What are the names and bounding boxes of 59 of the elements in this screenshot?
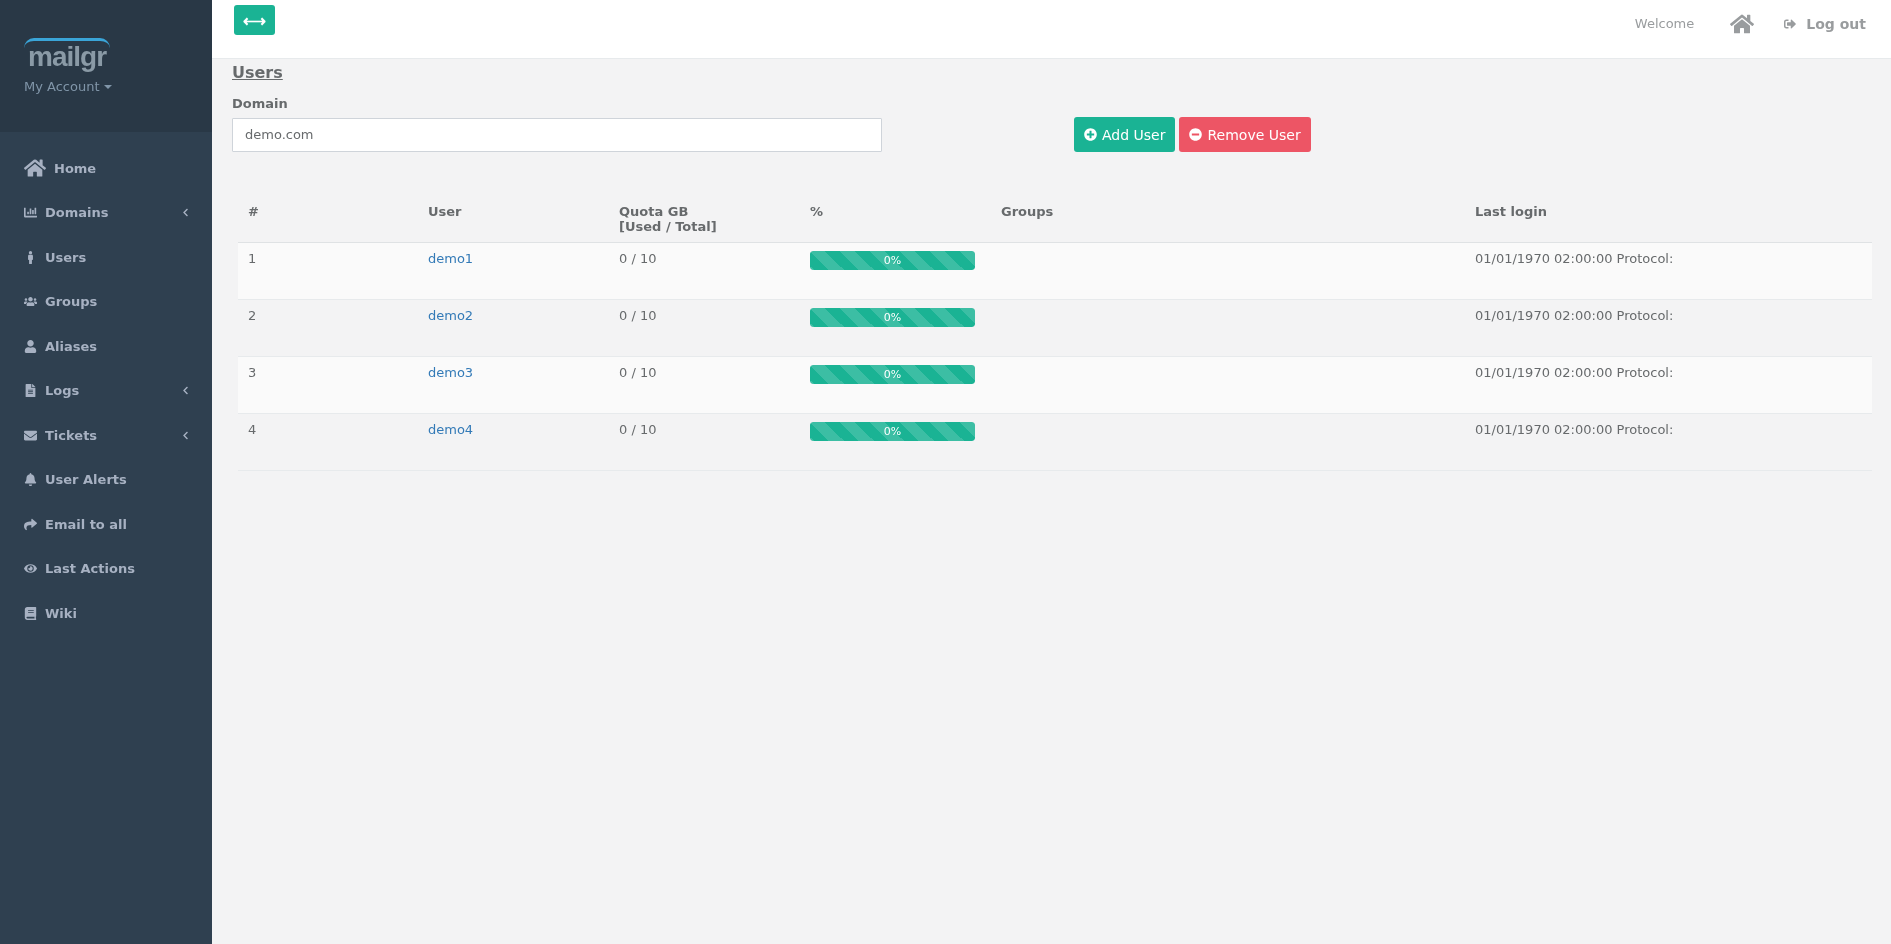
bell-icon xyxy=(24,473,37,487)
logout-link[interactable]: Log out xyxy=(1784,15,1866,32)
bar-chart-icon xyxy=(24,206,37,220)
logo: mailgr xyxy=(24,38,111,73)
table-cell: 1 xyxy=(238,242,418,300)
table-cell: 3 xyxy=(238,356,418,414)
sidebar-item[interactable]: Users xyxy=(0,235,212,280)
table-cell: 01/01/1970 02:00:00 Protocol: xyxy=(1465,299,1872,357)
table-cell: 0 / 10 xyxy=(609,299,800,357)
book-icon xyxy=(24,606,37,620)
sidebar-item[interactable]: Groups xyxy=(0,279,212,324)
domain-field[interactable]: demo.com xyxy=(232,117,882,152)
table-cell: 0 / 10 xyxy=(609,413,800,471)
sidebar-item[interactable]: Domains xyxy=(0,190,212,235)
sidebar-item[interactable]: Tickets xyxy=(0,413,212,458)
column-header: Last login xyxy=(1465,182,1872,243)
sidebar-item[interactable]: Aliases xyxy=(0,324,212,369)
table-cell: 01/01/1970 02:00:00 Protocol: xyxy=(1465,356,1872,414)
remove-user-button[interactable]: Remove User xyxy=(1179,117,1311,152)
column-header: # xyxy=(238,182,418,243)
sidebar-item[interactable]: Last Actions xyxy=(0,546,212,591)
sidebar-item[interactable]: User Alerts xyxy=(0,457,212,502)
welcome-text: Welcome xyxy=(1634,16,1695,31)
table-cell: 01/01/1970 02:00:00 Protocol: xyxy=(1465,242,1872,300)
user-link[interactable]: demo4 xyxy=(428,422,474,437)
column-header: Quota GB [Used / Total] xyxy=(609,182,800,243)
user-link[interactable]: demo2 xyxy=(428,308,474,323)
eye-icon xyxy=(24,562,37,576)
sidebar-item[interactable]: Email to all xyxy=(0,502,212,547)
column-header: % xyxy=(800,182,991,243)
envelope-icon xyxy=(24,428,37,442)
table-cell: 4 xyxy=(238,413,418,471)
column-header: Groups xyxy=(991,182,1465,243)
add-user-button[interactable]: Add User xyxy=(1074,117,1176,152)
table-cell: 2 xyxy=(238,299,418,357)
caret-icon xyxy=(103,84,112,89)
progress-reading: 0% xyxy=(882,310,903,326)
table-cell: 01/01/1970 02:00:00 Protocol: xyxy=(1465,413,1872,471)
user-icon xyxy=(24,339,37,353)
sidebar-item[interactable]: Wiki xyxy=(0,591,212,636)
progress-reading: 0% xyxy=(882,367,903,383)
table-cell: 0 / 10 xyxy=(609,356,800,414)
account-menu[interactable]: My Account xyxy=(24,79,112,94)
progress-reading: 0% xyxy=(882,253,903,269)
document-icon xyxy=(24,384,37,398)
group-icon xyxy=(24,295,37,309)
home-icon xyxy=(24,157,46,180)
user-link[interactable]: demo1 xyxy=(428,251,474,266)
share-arrow-icon xyxy=(24,517,37,531)
sidebar-item[interactable]: Home xyxy=(0,146,212,191)
sidebar-toggle-button[interactable]: ⟷ xyxy=(234,5,275,35)
page-title: Users xyxy=(232,63,283,82)
user-link[interactable]: demo3 xyxy=(428,365,474,380)
field-label: Domain xyxy=(232,96,288,111)
logout-icon xyxy=(1784,17,1797,30)
table-cell: 0 / 10 xyxy=(609,242,800,300)
sidebar-item[interactable]: Logs xyxy=(0,368,212,413)
column-header: User xyxy=(418,182,609,243)
progress-reading: 0% xyxy=(882,424,903,440)
